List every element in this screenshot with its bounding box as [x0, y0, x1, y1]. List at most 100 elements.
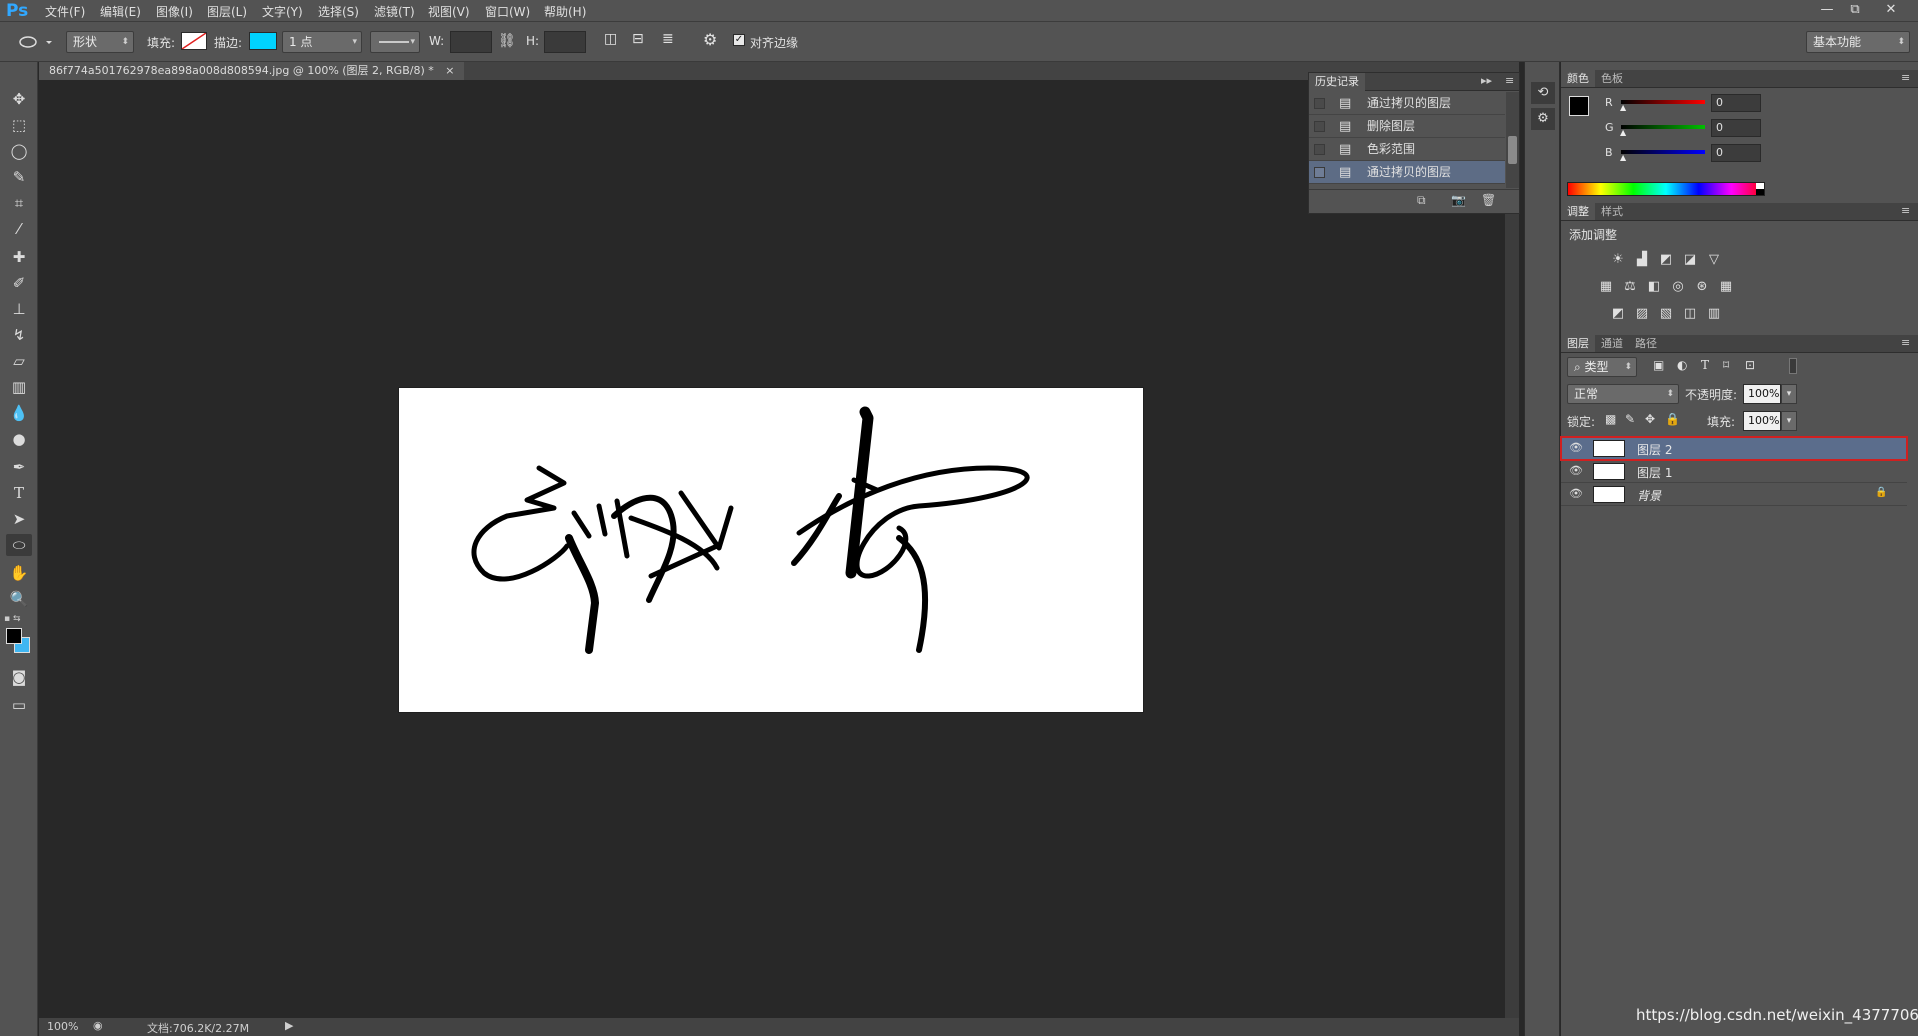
eye-icon[interactable]: 👁 [1569, 487, 1583, 500]
invert-icon[interactable]: ◩ [1609, 306, 1627, 322]
filter-shape-icon[interactable]: ⌑ [1723, 358, 1729, 372]
layer-name[interactable]: 图层 2 [1637, 441, 1672, 458]
brightness-icon[interactable]: ☀ [1609, 252, 1627, 268]
menu-help[interactable]: 帮助(H) [544, 3, 586, 20]
history-panel-icon[interactable]: ⟲ [1531, 82, 1555, 104]
zoom-tool-icon[interactable]: 🔍 [6, 588, 32, 610]
menu-select[interactable]: 选择(S) [318, 3, 359, 20]
menu-view[interactable]: 视图(V) [428, 3, 470, 20]
color-balance-icon[interactable]: ⚖ [1621, 279, 1639, 295]
slider-handle-icon[interactable]: ▲ [1620, 128, 1626, 137]
stroke-size-field[interactable]: 1 点 ▾ [282, 31, 362, 53]
layer-row[interactable]: 👁 图层 1 [1561, 460, 1907, 483]
channel-mixer-icon[interactable]: ⊛ [1693, 279, 1711, 295]
menu-file[interactable]: 文件(F) [45, 3, 85, 20]
layer-name[interactable]: 背景 [1637, 487, 1661, 504]
fill-swatch[interactable] [181, 32, 207, 50]
channel-g-slider[interactable] [1621, 125, 1705, 129]
exposure-icon[interactable]: ◪ [1681, 252, 1699, 268]
trash-icon[interactable]: 🗑 [1481, 193, 1496, 207]
photo-filter-icon[interactable]: ◎ [1669, 279, 1687, 295]
panel-menu-icon[interactable]: ≡ [1901, 71, 1910, 84]
layer-filter-select[interactable]: ⌕ 类型 ⬍ [1567, 357, 1637, 377]
brush-tool-icon[interactable]: ✐ [6, 272, 32, 294]
gear-icon[interactable]: ⚙ [703, 30, 717, 49]
channel-g-input[interactable]: 0 [1711, 119, 1761, 137]
channel-b-input[interactable]: 0 [1711, 144, 1761, 162]
link-icon[interactable]: ⛓ [498, 33, 516, 49]
panel-menu-icon[interactable]: ≡ [1901, 204, 1910, 217]
fill-input[interactable]: 100% [1743, 411, 1781, 431]
history-item[interactable]: ▤ 删除图层 [1309, 115, 1505, 138]
gradient-tool-icon[interactable]: ▥ [6, 376, 32, 398]
levels-icon[interactable]: ▟ [1633, 252, 1651, 268]
pen-tool-icon[interactable]: ✒ [6, 456, 32, 478]
lock-pixels-icon[interactable]: ✎ [1625, 412, 1635, 426]
black-white-icon[interactable]: ◧ [1645, 279, 1663, 295]
channel-r-input[interactable]: 0 [1711, 94, 1761, 112]
zoom-level[interactable]: 100% [47, 1020, 78, 1033]
clone-stamp-tool-icon[interactable]: ⊥ [6, 298, 32, 320]
close-tab-icon[interactable]: × [445, 64, 454, 77]
tool-preset-picker[interactable] [14, 31, 54, 53]
path-alignment-icon[interactable]: ⊟ [632, 31, 644, 47]
slider-handle-icon[interactable]: ▲ [1620, 153, 1626, 162]
snapshot-icon[interactable]: 📷 [1451, 193, 1466, 207]
eraser-tool-icon[interactable]: ▱ [6, 350, 32, 372]
mode-select[interactable]: 形状 ⬍ [66, 31, 134, 53]
path-arrangement-icon[interactable]: ≣ [662, 31, 674, 47]
filter-toggle[interactable] [1789, 358, 1797, 374]
eyedropper-tool-icon[interactable]: ⁄ [6, 218, 32, 240]
tab-layers[interactable]: 图层 [1561, 335, 1595, 352]
restore-button[interactable]: ⧉ [1844, 1, 1866, 19]
foreground-color-swatch[interactable] [6, 628, 22, 644]
channel-b-slider[interactable] [1621, 150, 1705, 154]
tab-swatches[interactable]: 色板 [1595, 70, 1629, 87]
tab-paths[interactable]: 路径 [1629, 335, 1663, 352]
properties-panel-icon[interactable]: ⚙ [1531, 108, 1555, 130]
history-checkbox[interactable] [1314, 121, 1325, 132]
vibrance-icon[interactable]: ▽ [1705, 252, 1723, 268]
history-item-selected[interactable]: ▤ 通过拷贝的图层 [1309, 161, 1505, 184]
document-canvas[interactable] [399, 388, 1143, 712]
menu-window[interactable]: 窗口(W) [485, 3, 530, 20]
color-spectrum-bar[interactable] [1567, 182, 1765, 196]
panel-menu-icon[interactable]: ≡ [1505, 74, 1514, 87]
chevron-down-icon[interactable]: ▾ [1781, 384, 1797, 404]
marquee-tool-icon[interactable]: ⬚ [6, 114, 32, 136]
height-input[interactable] [544, 31, 586, 53]
hue-saturation-icon[interactable]: ▦ [1597, 279, 1615, 295]
history-checkbox[interactable] [1314, 98, 1325, 109]
swap-colors-icon[interactable]: ▪ ⇆ [4, 614, 34, 624]
quick-select-tool-icon[interactable]: ✎ [6, 166, 32, 188]
channel-r-slider[interactable] [1621, 100, 1705, 104]
menu-layer[interactable]: 图层(L) [207, 3, 247, 20]
blur-tool-icon[interactable]: 💧 [6, 402, 32, 424]
layer-row-selected[interactable]: 👁 图层 2 [1560, 436, 1908, 461]
width-input[interactable] [450, 31, 492, 53]
path-selection-tool-icon[interactable]: ➤ [6, 508, 32, 530]
tab-styles[interactable]: 样式 [1595, 203, 1629, 220]
history-brush-tool-icon[interactable]: ↯ [6, 324, 32, 346]
close-button[interactable]: ✕ [1880, 1, 1902, 19]
menu-image[interactable]: 图像(I) [156, 3, 193, 20]
history-item[interactable]: ▤ 通过拷贝的图层 [1309, 92, 1505, 115]
collapse-icon[interactable]: ▸▸ [1481, 74, 1492, 87]
layer-name[interactable]: 图层 1 [1637, 464, 1672, 481]
blend-mode-select[interactable]: 正常 ⬍ [1567, 384, 1679, 404]
history-checkbox[interactable] [1314, 144, 1325, 155]
curves-icon[interactable]: ◩ [1657, 252, 1675, 268]
history-scrollbar[interactable] [1506, 92, 1519, 188]
tab-adjustments[interactable]: 调整 [1561, 203, 1595, 220]
selective-color-icon[interactable]: ◫ [1681, 306, 1699, 322]
tab-channels[interactable]: 通道 [1595, 335, 1629, 352]
opacity-input[interactable]: 100% [1743, 384, 1781, 404]
dodge-tool-icon[interactable]: ● [6, 428, 32, 450]
menu-filter[interactable]: 滤镜(T) [374, 3, 415, 20]
panel-menu-icon[interactable]: ≡ [1901, 336, 1910, 349]
status-info-icon[interactable]: ◉ [93, 1019, 103, 1032]
eye-icon[interactable]: 👁 [1569, 464, 1583, 477]
layer-row[interactable]: 👁 背景 🔒 [1561, 483, 1907, 506]
chevron-down-icon[interactable]: ▾ [1781, 411, 1797, 431]
menu-type[interactable]: 文字(Y) [262, 3, 303, 20]
